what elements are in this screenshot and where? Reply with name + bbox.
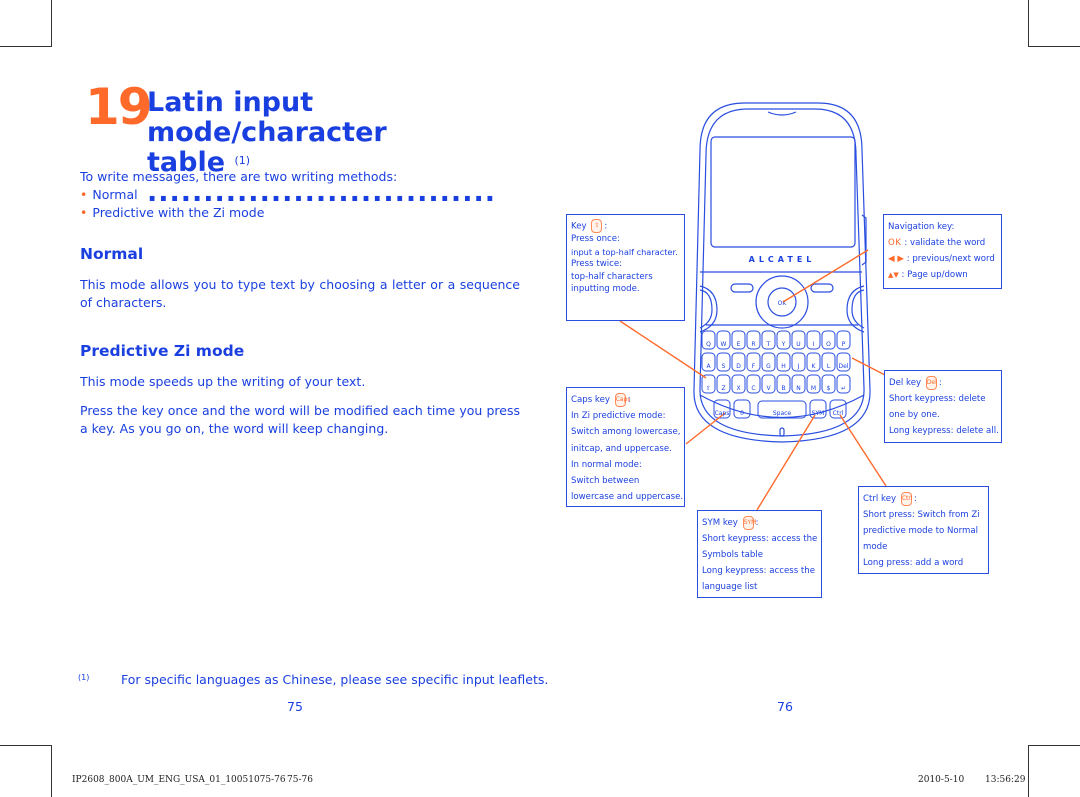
key-i-label: I — [813, 341, 815, 348]
key-del-label: Del — [839, 363, 849, 370]
key-z-label: Z — [721, 385, 725, 392]
callout-line-caps — [685, 412, 726, 445]
key-k-label: K — [812, 363, 817, 370]
key-x-label: X — [736, 385, 740, 392]
key-t-label: T — [766, 341, 771, 348]
ok-icon: OK — [888, 238, 902, 248]
callout-caps-key: Caps key Caps: In Zi predictive mode: Sw… — [566, 387, 685, 507]
callout-navigation-key: Navigation key: OK: validate the word ◀ … — [883, 214, 1002, 289]
key-f-label: F — [752, 363, 756, 370]
callout-line-sym — [756, 414, 816, 511]
sym-key-icon: SYM — [742, 515, 756, 530]
key-e-label: E — [737, 341, 741, 348]
key-n-label: N — [796, 385, 801, 392]
key-r-label: R — [751, 341, 755, 348]
key-p-label: P — [842, 341, 846, 348]
key-m-label: M — [811, 385, 816, 392]
key-dollar-label: $ — [827, 385, 831, 392]
ctrl-key-icon: Ctrl — [900, 491, 913, 506]
callout-sym-key: SYM key SYM: Short keypress: access the … — [697, 510, 822, 598]
key-h-label: H — [781, 363, 786, 370]
key-w-label: W — [721, 341, 727, 348]
shift-key-icon: ⇧ — [591, 219, 603, 233]
callout-line-ctrl — [839, 414, 887, 487]
key-a-label: A — [706, 363, 711, 370]
phone-screen — [710, 136, 856, 248]
key-sym-label: SYM — [812, 410, 825, 417]
phone-earpiece — [767, 111, 797, 116]
key-v-label: V — [766, 385, 771, 392]
up-down-arrows-icon: ▲▼ — [888, 271, 899, 279]
callout-line-shift — [619, 320, 707, 379]
phone-brand: ALCATEL — [749, 255, 816, 264]
callout-del-key: Del key Del: Short keypress: delete one … — [884, 370, 1002, 443]
key-ctrl-label: Ctrl — [833, 410, 844, 417]
key-zero-label: 0 — [740, 410, 744, 417]
key-c-label: C — [751, 385, 755, 392]
callout-shift-key: Key ⇧: Press once: input a top-half char… — [566, 214, 685, 321]
key-s-label: S — [722, 363, 726, 370]
left-soft-key — [730, 283, 754, 293]
key-shift-label: ⇧ — [706, 385, 711, 392]
left-right-arrows-icon: ◀ ▶ — [888, 254, 904, 264]
key-o-label: O — [826, 341, 831, 348]
key-q-label: Q — [706, 341, 711, 348]
key-g-label: G — [766, 363, 771, 370]
right-soft-key — [810, 283, 834, 293]
key-space-label: Space — [773, 410, 792, 417]
key-y-label: Y — [781, 341, 786, 348]
caps-key-icon: Caps — [614, 392, 631, 407]
key-j-label: J — [797, 363, 800, 370]
key-caps-label: Caps — [715, 410, 730, 417]
key-b-label: B — [781, 385, 785, 392]
key-l-label: L — [827, 363, 831, 370]
callout-ctrl-key: Ctrl key Ctrl: Short press: Switch from … — [858, 486, 989, 574]
key-enter-label: ↵ — [841, 385, 846, 392]
del-key-icon: Del — [925, 375, 937, 390]
key-d-label: D — [736, 363, 741, 370]
key-u-label: U — [796, 341, 800, 348]
svg-text:OK: OK — [778, 300, 788, 307]
